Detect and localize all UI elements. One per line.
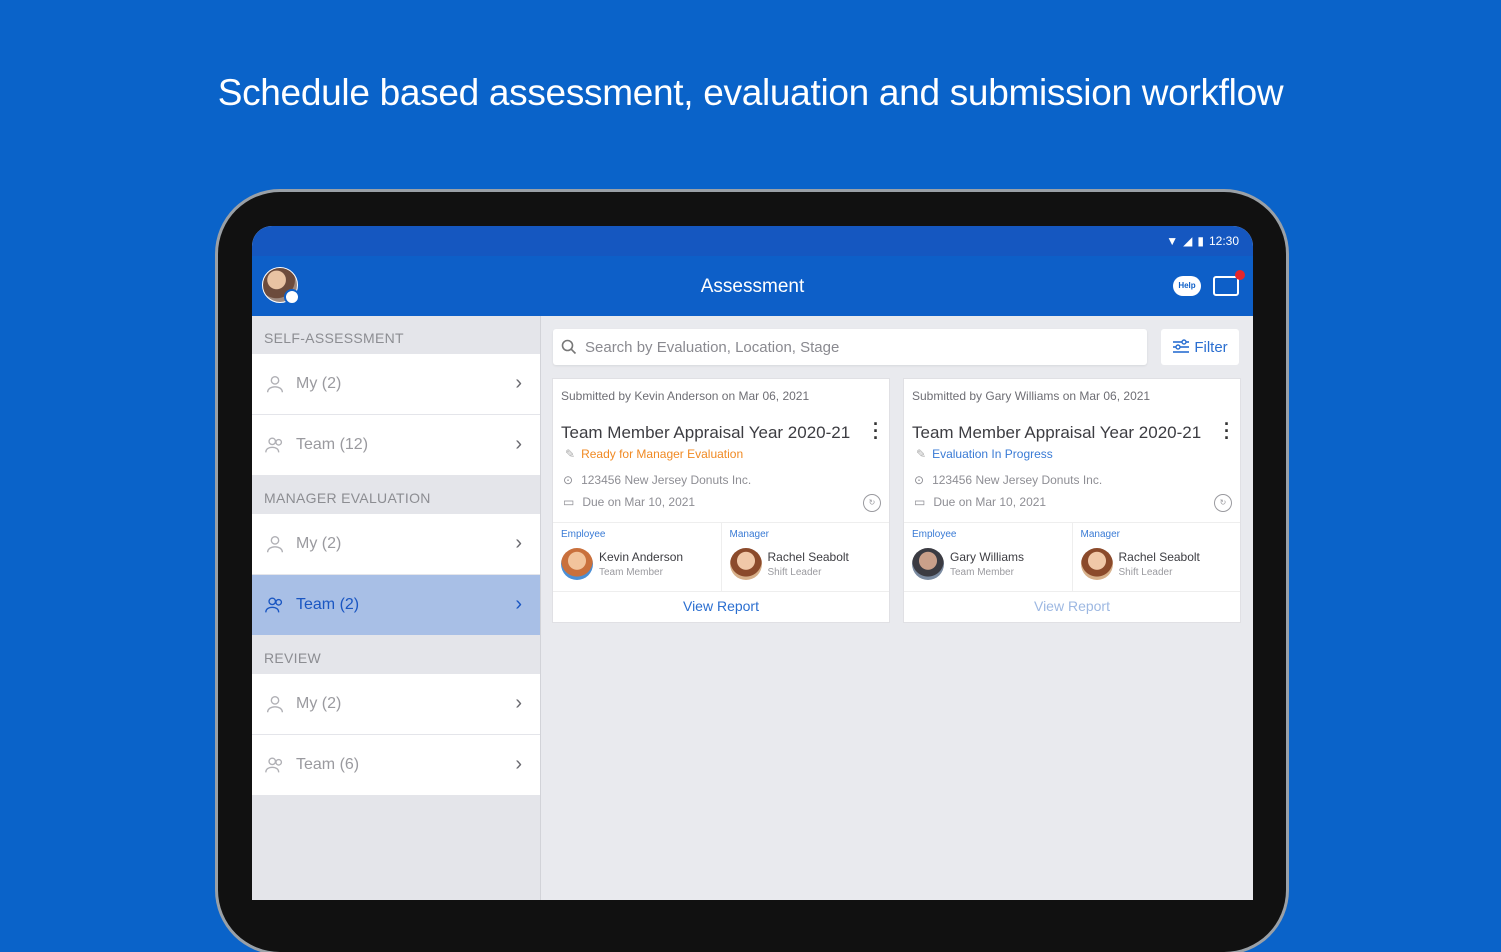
card-due-date: ▭ Due on Mar 10, 2021 [563,495,695,509]
search-icon [561,339,577,355]
card-title: Team Member Appraisal Year 2020-21 [561,423,851,442]
sidebar-item-self-team[interactable]: Team (12) › [252,415,540,475]
sidebar-item-manager-my[interactable]: My (2) › [252,514,540,574]
evaluation-card[interactable]: Submitted by Gary Williams on Mar 06, 20… [903,378,1241,623]
sidebar-item-label: My (2) [296,375,342,392]
wifi-icon: ▼ [1166,234,1179,248]
section-header-manager-evaluation: MANAGER EVALUATION [264,490,431,506]
status-text: Evaluation In Progress [932,447,1053,461]
manager-role: Manager [729,529,769,540]
section-header-self-assessment: SELF-ASSESSMENT [264,330,404,346]
sidebar-item-label: Team (2) [296,596,360,613]
employee-title: Team Member [599,567,663,578]
sidebar-item-label: My (2) [296,695,342,712]
employee-name: Gary Williams [950,550,1024,564]
card-location: ⊙ 123456 New Jersey Donuts Inc. [914,473,1102,487]
sidebar-item-label: Team (6) [296,756,360,773]
due-text: Due on Mar 10, 2021 [582,495,696,509]
person-icon [266,375,284,393]
people-icon [265,757,283,773]
location-pin-icon: ⊙ [914,473,925,487]
sidebar-item-review-my[interactable]: My (2) › [252,674,540,734]
person-icon [266,535,284,553]
manager-block: Manager Rachel Seabolt Shift Leader [1071,523,1241,591]
employee-name: Kevin Anderson [599,550,684,564]
manager-block: Manager Rachel Seabolt Shift Leader [720,523,890,591]
due-text: Due on Mar 10, 2021 [933,495,1047,509]
notification-dot [1235,270,1245,280]
status-text: Ready for Manager Evaluation [581,447,744,461]
sidebar-item-self-my[interactable]: My (2) › [252,354,540,414]
view-report-link[interactable]: View Report [904,598,1240,614]
calendar-icon: ▭ [914,495,926,509]
location-pin-icon: ⊙ [563,473,574,487]
employee-avatar [561,548,593,580]
manager-title: Shift Leader [767,567,822,578]
signal-icon: ◢ [1183,234,1193,248]
chevron-right-icon: › [515,753,522,775]
card-title: Team Member Appraisal Year 2020-21 [912,423,1202,442]
submitted-by: Submitted by Gary Williams on Mar 06, 20… [912,389,1151,403]
battery-icon: ▮ [1197,234,1204,248]
refresh-icon[interactable]: ↻ [1214,494,1232,512]
inbox-icon[interactable] [1213,270,1245,296]
section-header-review: REVIEW [264,650,322,666]
employee-block: Employee Kevin Anderson Team Member [553,523,721,591]
chevron-right-icon: › [515,532,522,554]
help-icon[interactable]: Help [1173,276,1201,296]
submitted-by: Submitted by Kevin Anderson on Mar 06, 2… [561,389,810,403]
sidebar-item-label: Team (12) [296,436,369,453]
refresh-icon[interactable]: ↻ [863,494,881,512]
chevron-right-icon: › [515,692,522,714]
calendar-icon: ▭ [563,495,575,509]
tablet-screen: ▼ ◢ ▮ 12:30 Assessment Help SELF-ASSESSM… [252,226,1253,900]
view-report-link[interactable]: View Report [553,598,889,614]
card-people: Employee Kevin Anderson Team Member Mana… [553,522,889,592]
search-placeholder: Search by Evaluation, Location, Stage [585,338,840,356]
pen-icon: ✎ [565,447,576,461]
page-title: Assessment [700,276,805,297]
chevron-right-icon: › [515,593,522,615]
location-text: 123456 New Jersey Donuts Inc. [932,473,1103,487]
manager-name: Rachel Seabolt [1118,550,1200,564]
chevron-right-icon: › [515,433,522,455]
manager-avatar [729,548,762,580]
status-bar: ▼ ◢ ▮ 12:30 [252,226,1253,256]
card-status: ✎ Evaluation In Progress [916,447,1053,461]
filter-label: Filter [1194,338,1228,356]
manager-title: Shift Leader [1118,567,1173,578]
sidebar: SELF-ASSESSMENT My (2) › Team (12) › MAN… [252,316,541,900]
location-text: 123456 New Jersey Donuts Inc. [581,473,752,487]
sidebar-item-label: My (2) [296,535,342,552]
manager-name: Rachel Seabolt [767,550,849,564]
search-input[interactable]: Search by Evaluation, Location, Stage [553,329,1147,365]
more-options-icon[interactable]: · · · [1224,415,1230,447]
employee-title: Team Member [950,567,1014,578]
filter-button[interactable]: Filter [1161,329,1239,365]
manager-avatar [1080,548,1113,580]
employee-role: Employee [912,529,957,540]
headline: Schedule based assessment, evaluation an… [217,72,1284,113]
employee-avatar [912,548,944,580]
person-icon [266,695,284,713]
pen-icon: ✎ [916,447,927,461]
card-status: ✎ Ready for Manager Evaluation [565,447,743,461]
manager-role: Manager [1080,529,1120,540]
more-options-icon[interactable]: · · · [873,415,879,447]
employee-block: Employee Gary Williams Team Member [904,523,1072,591]
card-people: Employee Gary Williams Team Member Manag… [904,522,1240,592]
people-icon [265,437,283,453]
people-icon [265,597,283,613]
filter-icon [1173,339,1190,353]
sidebar-item-review-team[interactable]: Team (6) › [252,735,540,795]
main-content: Search by Evaluation, Location, Stage Fi… [541,316,1253,900]
card-due-date: ▭ Due on Mar 10, 2021 [914,495,1046,509]
employee-role: Employee [561,529,606,540]
evaluation-card[interactable]: Submitted by Kevin Anderson on Mar 06, 2… [552,378,890,623]
status-time: 12:30 [1208,234,1239,248]
card-location: ⊙ 123456 New Jersey Donuts Inc. [563,473,751,487]
chevron-right-icon: › [515,372,522,394]
app-bar: Assessment Help [252,256,1253,316]
sidebar-item-manager-team[interactable]: Team (2) › [252,575,540,635]
